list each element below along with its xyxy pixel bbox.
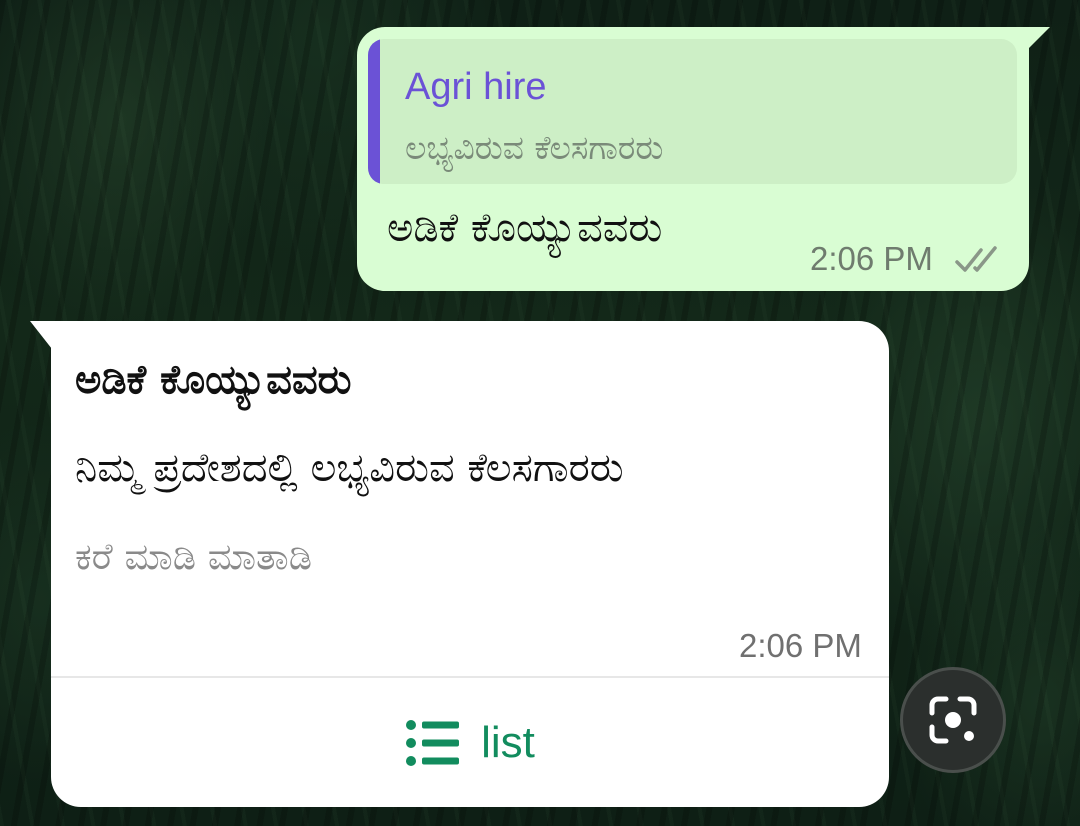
- lens-scan-button[interactable]: [900, 667, 1006, 773]
- list-icon: [406, 719, 460, 766]
- quote-accent-bar: [368, 39, 380, 184]
- quote-text: ಲಭ್ಯವಿರುವ ಕೆಲಸಗಾರರು: [405, 128, 664, 167]
- outgoing-message-text: ಅಡಿಕೆ ಕೊಯ್ಯುವವರು: [387, 205, 663, 251]
- double-check-icon: [955, 246, 997, 272]
- outgoing-message-bubble[interactable]: Agri hire ಲಭ್ಯವಿರುವ ಕೆಲಸಗಾರರು ಅಡಿಕೆ ಕೊಯ್…: [357, 27, 1029, 291]
- quote-author: Agri hire: [405, 66, 547, 108]
- list-button[interactable]: list: [51, 678, 889, 807]
- quoted-message[interactable]: Agri hire ಲಭ್ಯವಿರುವ ಕೆಲಸಗಾರರು: [368, 39, 1017, 184]
- message-title: ಅಡಿಕೆ ಕೊಯ್ಯುವವರು: [75, 357, 352, 403]
- message-footer: ಕರೆ ಮಾಡಿ ಮಾತಾಡಿ: [75, 535, 313, 578]
- message-body: ನಿಮ್ಮ ಪ್ರದೇಶದಲ್ಲಿ ಲಭ್ಯವಿರುವ ಕೆಲಸಗಾರರು: [75, 445, 624, 491]
- incoming-message-time: 2:06 PM: [739, 627, 862, 664]
- outgoing-message-time: 2:06 PM: [810, 240, 933, 277]
- incoming-message-bubble[interactable]: ಅಡಿಕೆ ಕೊಯ್ಯುವವರು ನಿಮ್ಮ ಪ್ರದೇಶದಲ್ಲಿ ಲಭ್ಯವ…: [51, 321, 889, 807]
- incoming-bubble-tail: [30, 321, 52, 349]
- lens-scan-icon: [929, 696, 977, 744]
- list-button-label: list: [481, 717, 535, 767]
